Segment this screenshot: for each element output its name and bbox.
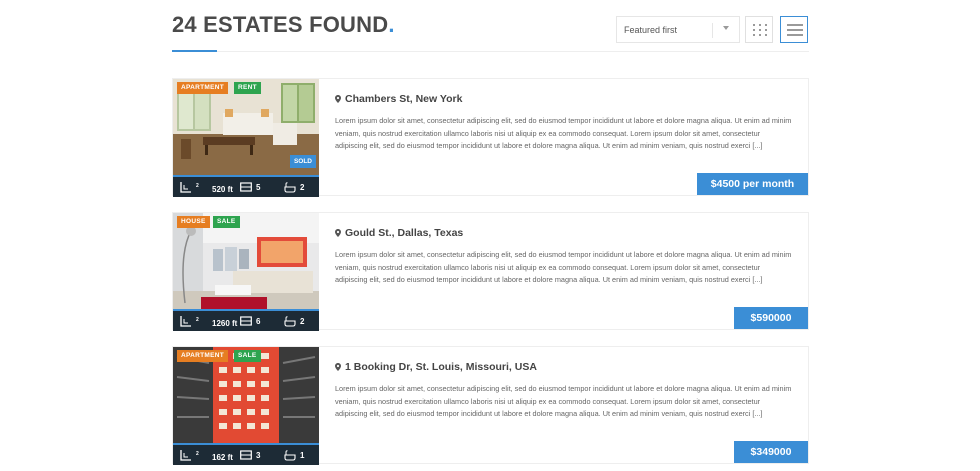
price-tag[interactable]: $349000 [734, 441, 808, 463]
results-count-text: 24 ESTATES FOUND [172, 12, 389, 37]
property-status-badge: RENT [234, 82, 261, 94]
bathrooms-value: 2 [300, 183, 305, 192]
results-header: 24 ESTATES FOUND. Featured first [172, 0, 809, 52]
list-view-button[interactable] [780, 16, 808, 43]
map-pin-icon [335, 95, 341, 103]
property-type-badge: APARTMENT [177, 82, 229, 94]
sort-divider [712, 23, 713, 38]
title-dot: . [388, 12, 395, 37]
map-pin-icon [335, 363, 341, 371]
listings-page: 24 ESTATES FOUND. Featured first APARTME… [0, 0, 980, 471]
area-value: 162 ft [212, 453, 233, 462]
property-status-badge: SALE [234, 350, 261, 362]
area-value: 1260 ft [212, 319, 238, 328]
address-text: 1 Booking Dr, St. Louis, Missouri, USA [345, 361, 537, 373]
bathtub-icon [284, 316, 296, 327]
grid-view-button[interactable] [745, 16, 773, 43]
property-stats-bar: 162 ft 2 3 1 [173, 443, 319, 465]
results-title: 24 ESTATES FOUND. [172, 12, 395, 38]
area-icon [180, 316, 191, 327]
listing-description: Lorem ipsum dolor sit amet, consectetur … [335, 384, 792, 418]
listing-photo[interactable]: APARTMENT SALE 162 ft 2 3 1 [173, 347, 319, 465]
bedrooms-value: 5 [256, 183, 261, 192]
area-unit-superscript: 2 [196, 317, 199, 323]
bedrooms-value: 6 [256, 317, 261, 326]
bathrooms-value: 1 [300, 451, 305, 460]
listing-description: Lorem ipsum dolor sit amet, consectetur … [335, 116, 792, 150]
area-unit-superscript: 2 [196, 183, 199, 189]
sold-badge: SOLD [289, 155, 316, 168]
property-type-badge: APARTMENT [177, 350, 229, 362]
bathtub-icon [284, 450, 296, 461]
property-stats-bar: 520 ft 2 5 2 [173, 175, 319, 197]
listing-description: Lorem ipsum dolor sit amet, consectetur … [335, 250, 792, 284]
listing-card[interactable]: HOUSE SALE 1260 ft 2 6 2 Gould St., Dalla [172, 212, 809, 331]
bedrooms-value: 3 [256, 451, 261, 460]
bathtub-icon [284, 182, 296, 193]
sort-selected-label: Featured first [624, 25, 678, 35]
title-underline [172, 50, 217, 52]
listing-photo[interactable]: HOUSE SALE 1260 ft 2 6 2 [173, 213, 319, 331]
area-unit-superscript: 2 [196, 451, 199, 457]
price-tag[interactable]: $590000 [734, 307, 808, 329]
listing-card[interactable]: APARTMENT SALE 162 ft 2 3 1 1 Booking Dr, [172, 346, 809, 465]
bed-icon [240, 316, 252, 326]
bed-icon [240, 450, 252, 460]
list-icon [787, 24, 803, 36]
property-type-badge: HOUSE [177, 216, 210, 228]
bathrooms-value: 2 [300, 317, 305, 326]
sort-select[interactable]: Featured first [616, 16, 740, 43]
listing-photo[interactable]: APARTMENT RENT SOLD 520 ft 2 5 2 [173, 79, 319, 197]
address-text: Chambers St, New York [345, 93, 463, 105]
property-status-badge: SALE [213, 216, 240, 228]
grid-icon [753, 24, 767, 36]
bed-icon [240, 182, 252, 192]
area-value: 520 ft [212, 185, 233, 194]
listing-card[interactable]: APARTMENT RENT SOLD 520 ft 2 5 2 Chamber… [172, 78, 809, 197]
chevron-down-icon [723, 26, 729, 30]
map-pin-icon [335, 229, 341, 237]
price-tag[interactable]: $4500 per month [697, 173, 808, 195]
property-stats-bar: 1260 ft 2 6 2 [173, 309, 319, 331]
area-icon [180, 182, 191, 193]
area-icon [180, 450, 191, 461]
address-text: Gould St., Dallas, Texas [345, 227, 464, 239]
